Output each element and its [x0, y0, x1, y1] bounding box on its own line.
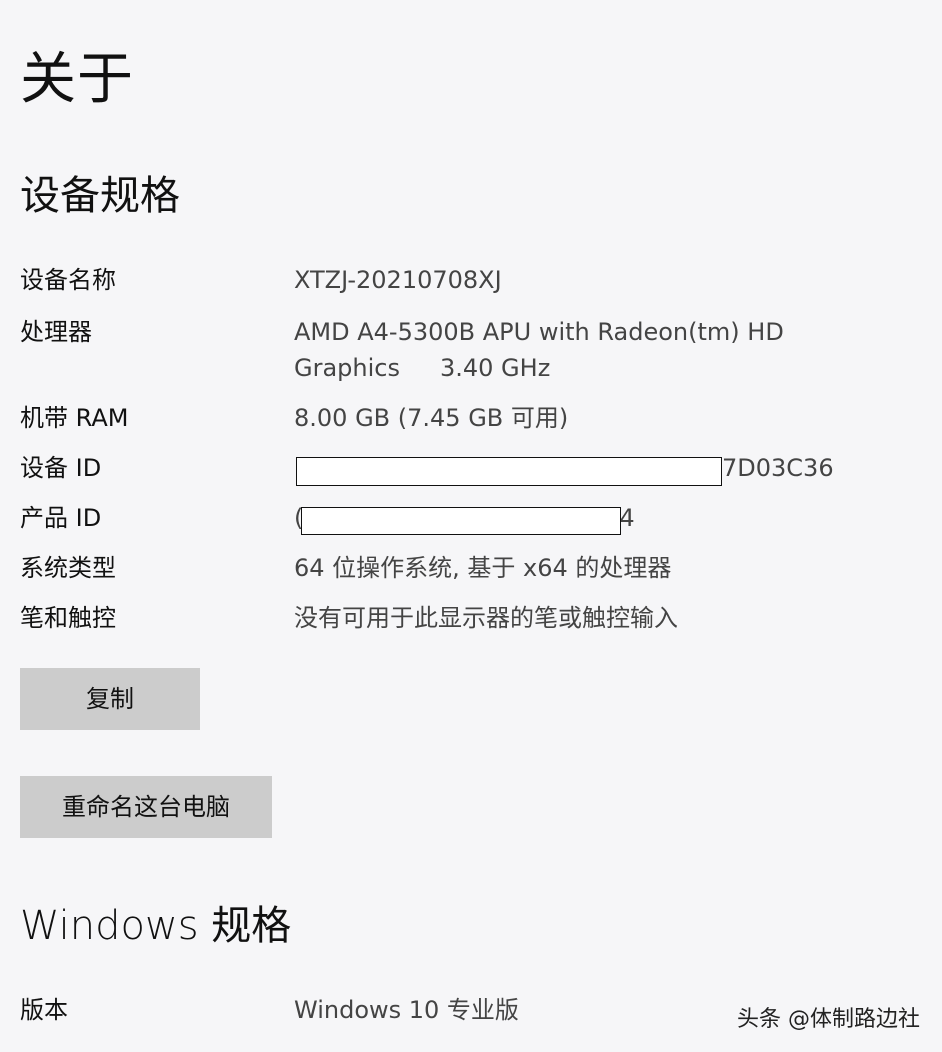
device-specs-title: 设备规格 — [20, 173, 180, 219]
rename-pc-button[interactable]: 重命名这台电脑 — [20, 776, 272, 838]
spec-label: 设备 ID — [20, 454, 102, 482]
device-id-suffix: 7D03C36 — [722, 454, 834, 482]
product-id-suffix: 4 — [619, 504, 635, 532]
processor-line2: Graphics 3.40 GHz — [294, 350, 854, 386]
about-page: 关于 设备规格 设备名称 XTZJ-20210708XJ 处理器 AMD A4-… — [0, 0, 942, 1052]
page-title: 关于 — [20, 47, 134, 112]
spec-label: 机带 RAM — [20, 404, 129, 432]
processor-frequency: 3.40 GHz — [439, 354, 551, 382]
copy-button[interactable]: 复制 — [20, 668, 200, 730]
redaction-box — [301, 507, 621, 535]
spec-label: 系统类型 — [20, 554, 116, 582]
watermark: 头条 @体制路边社 — [737, 1007, 920, 1032]
spec-label: 产品 ID — [20, 504, 102, 532]
redaction-box — [296, 457, 722, 486]
spec-value: 64 位操作系统, 基于 x64 的处理器 — [294, 554, 672, 582]
spec-label: 设备名称 — [20, 266, 116, 294]
spec-value: 8.00 GB (7.45 GB 可用) — [294, 404, 569, 432]
processor-line1: AMD A4-5300B APU with Radeon(tm) HD — [294, 318, 784, 346]
windows-specs-title: Windows 规格 — [20, 903, 292, 949]
spec-label: 处理器 — [20, 318, 92, 346]
spec-row-processor: 处理器 AMD A4-5300B APU with Radeon(tm) HD … — [20, 314, 920, 388]
processor-graphics: Graphics — [294, 354, 400, 382]
spec-value: AMD A4-5300B APU with Radeon(tm) HD Grap… — [294, 314, 854, 386]
spec-value: XTZJ-20210708XJ — [294, 266, 502, 294]
spec-value: 没有可用于此显示器的笔或触控输入 — [294, 604, 678, 632]
spec-label: 版本 — [20, 996, 68, 1024]
spec-label: 笔和触控 — [20, 604, 116, 632]
